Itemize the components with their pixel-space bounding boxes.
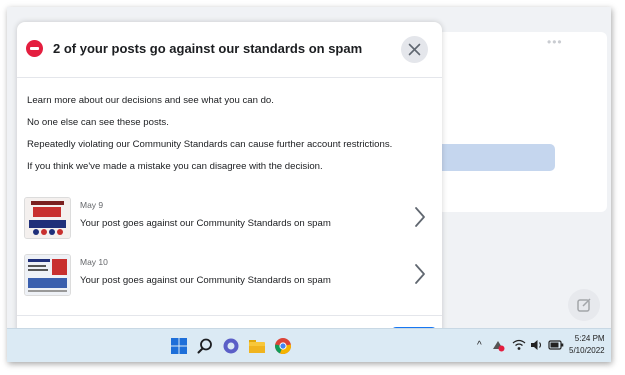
chevron-up-icon[interactable]: ^	[477, 340, 482, 351]
chrome-icon[interactable]	[274, 337, 292, 355]
browser-window: ••• 2 of your posts go against our stand…	[7, 7, 611, 362]
close-button[interactable]	[401, 36, 428, 63]
warning-icon	[26, 40, 43, 57]
post-text: Your post goes against our Community Sta…	[80, 218, 331, 229]
taskbar: ^ 5:24 PM 5/10/2022	[7, 328, 611, 362]
background-card	[437, 32, 607, 212]
info-line: Repeatedly violating our Community Stand…	[27, 139, 393, 150]
dialog-title: 2 of your posts go against our standards…	[53, 41, 363, 56]
info-line: If you think we've made a mistake you ca…	[27, 161, 323, 172]
close-icon	[408, 43, 421, 56]
post-text: Your post goes against our Community Sta…	[80, 275, 331, 286]
battery-icon[interactable]	[548, 338, 564, 352]
dialog-header: 2 of your posts go against our standards…	[17, 22, 442, 78]
windows-start-icon[interactable]	[170, 337, 188, 355]
chevron-right-icon[interactable]	[413, 205, 427, 229]
post-item[interactable]: May 9 Your post goes against our Communi…	[17, 197, 442, 247]
compose-icon	[577, 298, 591, 312]
file-explorer-icon[interactable]	[248, 337, 266, 355]
post-thumbnail	[24, 197, 71, 239]
post-date: May 9	[80, 200, 104, 210]
chat-icon[interactable]	[222, 337, 240, 355]
clock-date: 5/10/2022	[569, 346, 605, 355]
post-date: May 10	[80, 257, 108, 267]
more-options-icon[interactable]: •••	[547, 35, 563, 49]
background-button[interactable]	[437, 144, 555, 171]
volume-icon[interactable]	[530, 338, 544, 352]
system-clock[interactable]: 5:24 PM 5/10/2022	[569, 333, 605, 357]
spam-notice-dialog: 2 of your posts go against our standards…	[17, 22, 442, 362]
search-icon[interactable]	[196, 337, 214, 355]
dialog-footer-divider	[17, 315, 442, 316]
info-line: Learn more about our decisions and see w…	[27, 95, 274, 106]
post-thumbnail	[24, 254, 71, 296]
wifi-icon[interactable]	[512, 338, 526, 352]
compose-message-button[interactable]	[568, 289, 600, 321]
chevron-right-icon[interactable]	[413, 262, 427, 286]
post-item[interactable]: May 10 Your post goes against our Commun…	[17, 254, 442, 304]
info-line: No one else can see these posts.	[27, 117, 169, 128]
clock-time: 5:24 PM	[574, 334, 605, 343]
network-icon[interactable]	[491, 338, 505, 352]
